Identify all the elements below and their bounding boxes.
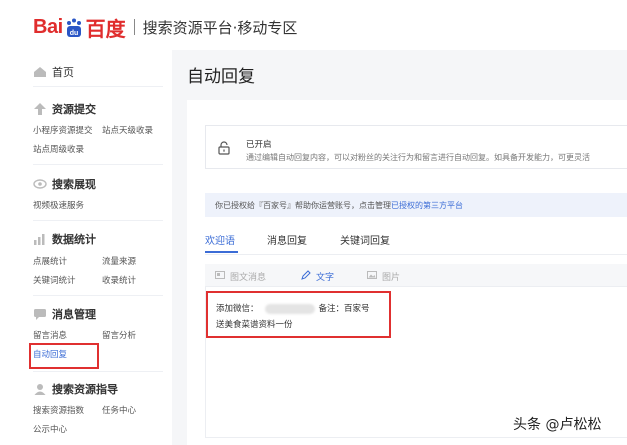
upload-icon xyxy=(33,103,47,115)
sidebar-group-data-stats[interactable]: 数据统计 xyxy=(33,231,96,247)
watermark: 头条 @卢松松 xyxy=(513,417,602,433)
editor-tab-text[interactable]: 文字 xyxy=(301,270,334,283)
status-description: 通过编辑自动回复内容，可以对粉丝的关注行为和留言进行自动回复。如具备开发能力，可… xyxy=(246,153,590,162)
tab-keyword-reply[interactable]: 关键词回复 xyxy=(340,232,390,247)
sidebar-group-title: 搜索资源指导 xyxy=(52,383,118,396)
pencil-icon xyxy=(301,270,311,283)
highlight-box xyxy=(29,343,99,369)
sidebar-link-task-center[interactable]: 任务中心 xyxy=(102,404,136,416)
sidebar-item-home[interactable]: 首页 xyxy=(33,64,74,80)
status-notice: 已开启 通过编辑自动回复内容，可以对粉丝的关注行为和留言进行自动回复。如具备开发… xyxy=(205,125,627,169)
chart-icon xyxy=(33,233,47,245)
editor-tab-image[interactable]: 图片 xyxy=(367,270,400,283)
sidebar-link-comment-analysis[interactable]: 留言分析 xyxy=(102,329,136,341)
eye-icon xyxy=(33,178,47,190)
svg-text:du: du xyxy=(69,30,78,37)
sidebar-link-video-service[interactable]: 视频极速服务 xyxy=(33,199,84,211)
sidebar-link-keyword-stats[interactable]: 关键词统计 xyxy=(33,274,76,286)
sidebar-link-notice-center[interactable]: 公示中心 xyxy=(33,423,67,435)
sidebar-group-title: 资源提交 xyxy=(52,103,96,116)
sidebar-link-miniapp-submit[interactable]: 小程序资源提交 xyxy=(33,124,93,136)
sidebar-divider xyxy=(33,371,163,372)
sidebar-group-search-display[interactable]: 搜索展现 xyxy=(33,176,96,192)
platform-title: 搜索资源平台·移动专区 xyxy=(142,18,298,37)
article-icon xyxy=(215,271,225,282)
home-icon xyxy=(33,66,47,78)
page-title: 自动回复 xyxy=(187,67,255,87)
sidebar-link-traffic-source[interactable]: 流量来源 xyxy=(102,255,136,267)
sidebar-link-index-stats[interactable]: 收录统计 xyxy=(102,274,136,286)
editor-tab-label: 文字 xyxy=(316,273,335,283)
auth-message: 你已授权给『百家号』帮助你运营账号，点击管理 xyxy=(215,201,391,210)
lock-icon xyxy=(218,140,230,155)
auth-link[interactable]: 已授权的第三方平台 xyxy=(391,201,463,210)
sidebar-group-resource-submit[interactable]: 资源提交 xyxy=(33,101,96,117)
reply-tabs: 欢迎语 消息回复 关键词回复 xyxy=(205,232,627,255)
logo-du: 百度 xyxy=(85,18,126,41)
active-tab-indicator xyxy=(205,251,238,253)
editor-tab-label: 图文消息 xyxy=(230,273,267,283)
sidebar-divider xyxy=(33,295,163,296)
sidebar-divider xyxy=(33,86,163,87)
sidebar-divider xyxy=(33,220,163,221)
editor-toolbar: 图文消息 文字 图片 xyxy=(205,264,627,286)
paw-icon: du xyxy=(64,17,84,37)
sidebar-group-title: 搜索展现 xyxy=(52,178,96,191)
sidebar-home-label: 首页 xyxy=(52,66,74,79)
tab-message-reply[interactable]: 消息回复 xyxy=(267,232,307,247)
sidebar-link-comments[interactable]: 留言消息 xyxy=(33,329,67,341)
sidebar-link-weekly-index[interactable]: 站点周级收录 xyxy=(33,143,84,155)
header-separator xyxy=(133,19,135,35)
sidebar-link-resource-index[interactable]: 搜索资源指数 xyxy=(33,404,84,416)
image-icon xyxy=(367,271,377,282)
status-text: 已开启 xyxy=(246,140,272,150)
sidebar-group-title: 消息管理 xyxy=(52,308,96,321)
editor-tab-article[interactable]: 图文消息 xyxy=(215,270,266,283)
sidebar-group-title: 数据统计 xyxy=(52,233,96,246)
logo-bai: Bai xyxy=(33,15,63,38)
baidu-logo[interactable]: Bai du 百度 搜索资源平台·移动专区 xyxy=(33,14,298,41)
user-icon xyxy=(33,383,47,395)
sidebar-group-message-manage[interactable]: 消息管理 xyxy=(33,306,96,322)
editor-tab-label: 图片 xyxy=(382,273,401,283)
sidebar-link-daily-index[interactable]: 站点天级收录 xyxy=(102,124,153,136)
sidebar-divider xyxy=(33,164,163,165)
auth-text: 你已授权给『百家号』帮助你运营账号，点击管理已授权的第三方平台 xyxy=(215,200,463,211)
sidebar-group-search-guide[interactable]: 搜索资源指导 xyxy=(33,381,118,397)
auth-banner: 你已授权给『百家号』帮助你运营账号，点击管理已授权的第三方平台 xyxy=(205,193,627,217)
message-icon xyxy=(33,308,47,320)
highlight-box xyxy=(206,291,391,338)
sidebar-link-click-stats[interactable]: 点展统计 xyxy=(33,255,67,267)
tab-welcome[interactable]: 欢迎语 xyxy=(205,232,235,247)
